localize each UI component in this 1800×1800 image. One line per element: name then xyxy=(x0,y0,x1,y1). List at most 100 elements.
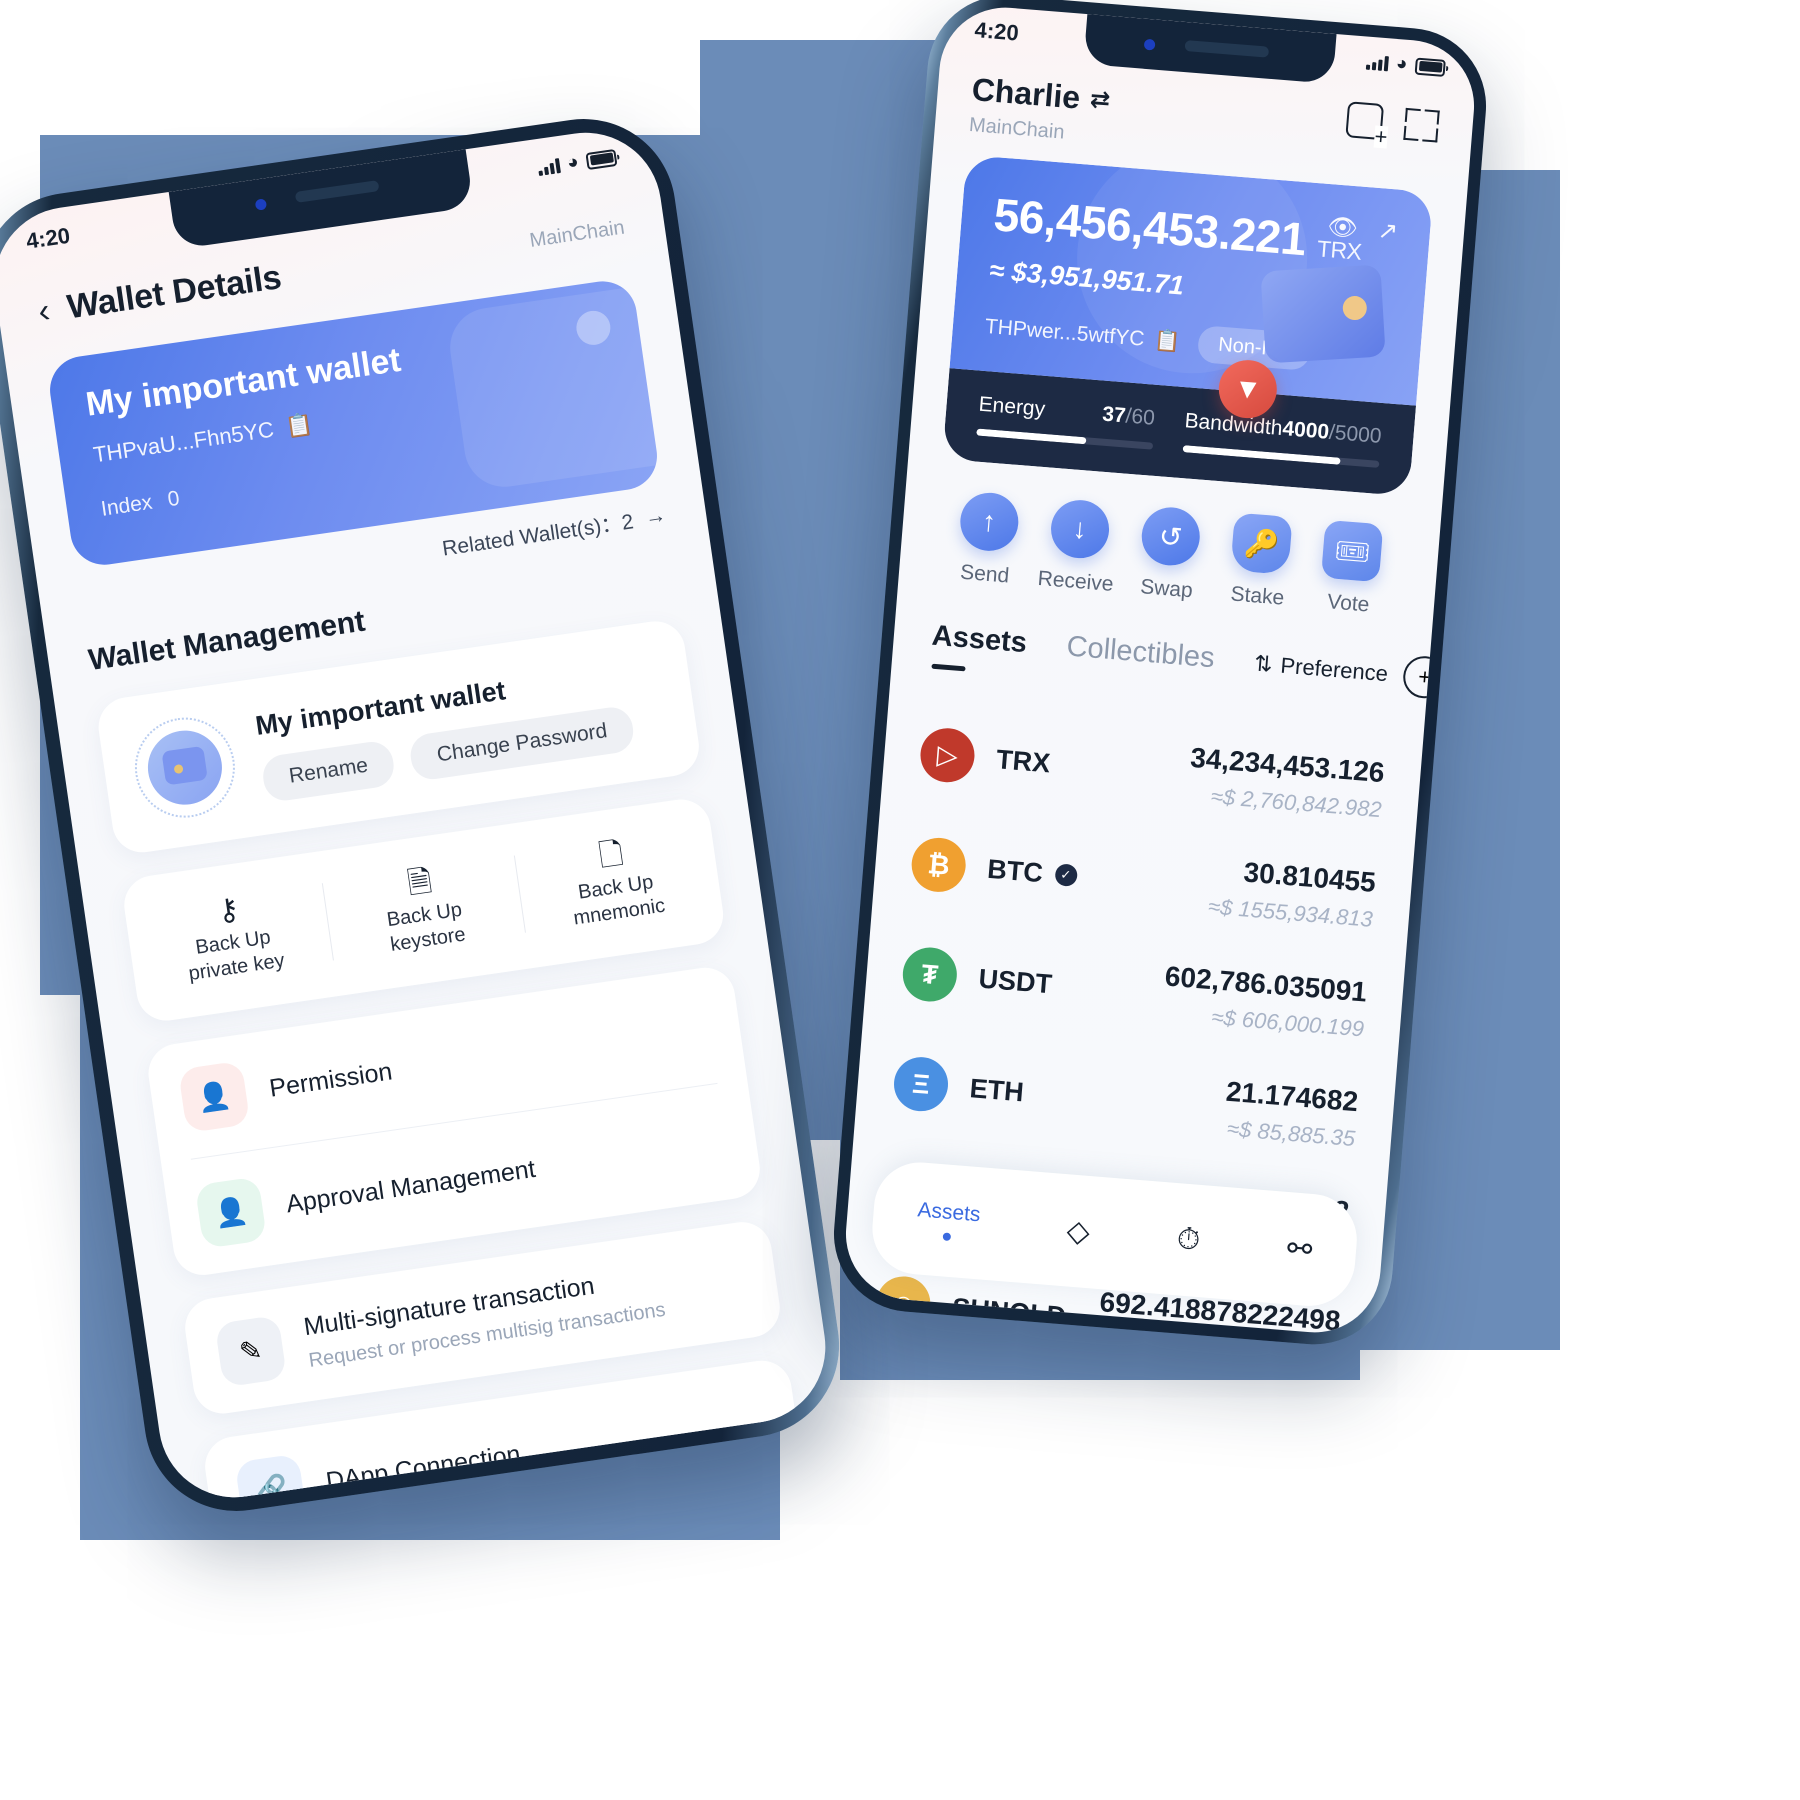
status-icons: ◕ xyxy=(536,146,618,179)
explore-icon: ⏱ xyxy=(1175,1222,1202,1258)
scene: 4:20 ◕ ‹ Wallet Details MainChain My imp… xyxy=(0,0,1800,1800)
permission-icon: 👤 xyxy=(177,1060,251,1134)
action-receive[interactable]: ↓ Receive xyxy=(1029,497,1127,598)
wallet-illustration-icon xyxy=(1260,264,1386,364)
wallet-identity-right: My important wallet Rename Change Passwo… xyxy=(254,653,669,803)
asset-amount: 30.810455 xyxy=(1242,856,1377,898)
asset-usd: ≈$ 606,000.199 xyxy=(1210,1004,1365,1042)
backup-mnemonic-label: Back Up mnemonic xyxy=(572,871,667,930)
asset-usd: ≈$ 1555,934.813 xyxy=(1207,893,1374,932)
asset-symbol: TRX xyxy=(995,743,1052,778)
resource-bandwidth-top: Bandwidth 4000/5000 xyxy=(1184,409,1383,449)
tabs-right: ⇅ Preference + xyxy=(1253,643,1448,700)
tab-assets[interactable]: Assets xyxy=(931,620,1028,661)
add-wallet-icon[interactable] xyxy=(1345,101,1385,141)
backup-private-key-label: Back Up private key xyxy=(187,926,287,986)
copy-icon[interactable]: 📋 xyxy=(284,411,315,441)
bottom-nav-profile[interactable]: ⚯ xyxy=(1286,1231,1314,1268)
battery-icon xyxy=(585,148,618,170)
action-send[interactable]: ↑ Send xyxy=(938,489,1036,590)
action-receive-label: Receive xyxy=(1036,566,1115,596)
sort-icon: ⇅ xyxy=(1253,650,1274,677)
signal-icon xyxy=(537,157,561,176)
resource-bandwidth-bar xyxy=(1182,445,1380,468)
ticket-icon: 🎟 xyxy=(1321,519,1384,583)
asset-usd: ≈$ 85,885.35 xyxy=(1226,1115,1357,1152)
asset-values: 21.174682 ≈$ 85,885.35 xyxy=(1222,1076,1359,1152)
action-swap[interactable]: ↺ Swap xyxy=(1120,504,1218,605)
wallet-index-label: Index xyxy=(99,490,154,521)
status-time: 4:20 xyxy=(973,17,1020,46)
page-title: Wallet Details xyxy=(64,257,284,326)
layers-icon: ◇ xyxy=(1065,1213,1092,1249)
trx-icon: ▷ xyxy=(918,726,977,785)
action-swap-label: Swap xyxy=(1139,575,1194,603)
balance-unit: TRX xyxy=(1316,235,1363,265)
bottom-nav-assets-label: Assets xyxy=(916,1198,982,1227)
phone-assets-home: 4:20 ◕ Charlie ⇄ MainChain + 👁 ↗ 56,456,… xyxy=(827,0,1493,1351)
asset-usd: ≈$ 2,760,842.982 xyxy=(1209,783,1383,823)
action-send-label: Send xyxy=(959,560,1011,588)
action-vote-label: Vote xyxy=(1326,590,1371,617)
screen-assets-home: 4:20 ◕ Charlie ⇄ MainChain + 👁 ↗ 56,456,… xyxy=(840,2,1480,1338)
status-icons: ◕ xyxy=(1365,51,1446,79)
arrow-right-icon: → xyxy=(643,503,668,530)
wallet-address-text: THPvaU...Fhn5YC xyxy=(91,416,276,468)
asset-symbol: ETH xyxy=(968,1072,1025,1107)
wifi-icon: ◕ xyxy=(565,151,581,174)
scan-icon[interactable] xyxy=(1403,107,1440,143)
chevron-left-icon[interactable]: ‹ xyxy=(36,291,53,330)
bottom-nav-assets[interactable]: Assets xyxy=(915,1198,981,1243)
bottom-nav-explore[interactable]: ⏱ xyxy=(1175,1222,1202,1258)
resource-energy-bar xyxy=(976,428,1153,450)
account-name-row[interactable]: Charlie ⇄ xyxy=(970,71,1112,119)
asset-amount: 602,786.035091 xyxy=(1163,960,1369,1008)
link-icon: 🔗 xyxy=(234,1453,308,1508)
resource-energy-label: Energy xyxy=(977,392,1046,421)
asset-symbol: BTC ✓ xyxy=(986,853,1078,891)
asset-amount: 21.174682 xyxy=(1224,1075,1360,1118)
tab-collectibles[interactable]: Collectibles xyxy=(1065,630,1215,675)
asset-symbol: USDT xyxy=(977,963,1054,999)
resource-bandwidth[interactable]: Bandwidth 4000/5000 xyxy=(1182,409,1382,468)
rename-button[interactable]: Rename xyxy=(260,738,397,803)
backup-private-key-button[interactable]: ⚷ Back Up private key xyxy=(130,877,334,994)
resource-energy[interactable]: Energy 37/60 xyxy=(976,393,1156,450)
bottom-nav-layers[interactable]: ◇ xyxy=(1065,1213,1091,1250)
verified-icon: ✓ xyxy=(1053,863,1078,887)
approval-icon: 👤 xyxy=(194,1176,268,1249)
swap-icon: ↺ xyxy=(1139,505,1202,568)
balance-top: 👁 ↗ 56,456,453.221 TRX ≈ $3,951,951.71 T… xyxy=(949,154,1434,421)
chain-label: MainChain xyxy=(528,216,626,252)
multisig-icon: ✎ xyxy=(214,1314,288,1388)
wallet-index-value: 0 xyxy=(166,486,181,512)
preference-label: Preference xyxy=(1279,652,1389,687)
action-stake[interactable]: 🔑 Stake xyxy=(1211,511,1309,612)
backup-keystore-button[interactable]: 🗎 Back Up keystore xyxy=(321,850,525,967)
active-dot xyxy=(942,1232,952,1242)
resource-energy-top: Energy 37/60 xyxy=(978,393,1156,431)
backup-keystore-label: Back Up keystore xyxy=(385,898,467,956)
wifi-icon: ◕ xyxy=(1395,53,1409,75)
copy-icon[interactable]: 📋 xyxy=(1153,328,1181,354)
signal-icon xyxy=(1365,54,1389,71)
switch-account-icon[interactable]: ⇄ xyxy=(1089,85,1111,116)
battery-icon xyxy=(1414,57,1446,77)
btc-icon: ₿ xyxy=(909,835,968,894)
preference-button[interactable]: ⇅ Preference xyxy=(1253,651,1389,688)
assets-home-content: Charlie ⇄ MainChain 👁 xyxy=(841,52,1475,1337)
balance-card: 👁 ↗ 56,456,453.221 TRX ≈ $3,951,951.71 T… xyxy=(942,154,1434,497)
menu-item-permission-label: Permission xyxy=(267,1056,394,1103)
change-password-button[interactable]: Change Password xyxy=(408,704,636,782)
arrow-up-right-icon[interactable]: ↗ xyxy=(1377,216,1399,247)
menu-item-approval-label: Approval Management xyxy=(284,1154,538,1218)
eth-icon: Ξ xyxy=(891,1055,951,1114)
action-vote[interactable]: 🎟 Vote xyxy=(1302,518,1400,619)
account-info[interactable]: Charlie ⇄ MainChain xyxy=(968,71,1111,148)
shield-key-icon: 🔑 xyxy=(1230,512,1293,575)
account-chain: MainChain xyxy=(968,113,1066,144)
related-wallets-label: Related Wallet(s)：2 xyxy=(440,510,636,561)
backup-mnemonic-button[interactable]: 🗋 Back Up mnemonic xyxy=(513,822,717,939)
wallet-avatar-icon xyxy=(128,710,242,825)
asset-values: 602,786.035091 ≈$ 606,000.199 xyxy=(1161,960,1368,1042)
